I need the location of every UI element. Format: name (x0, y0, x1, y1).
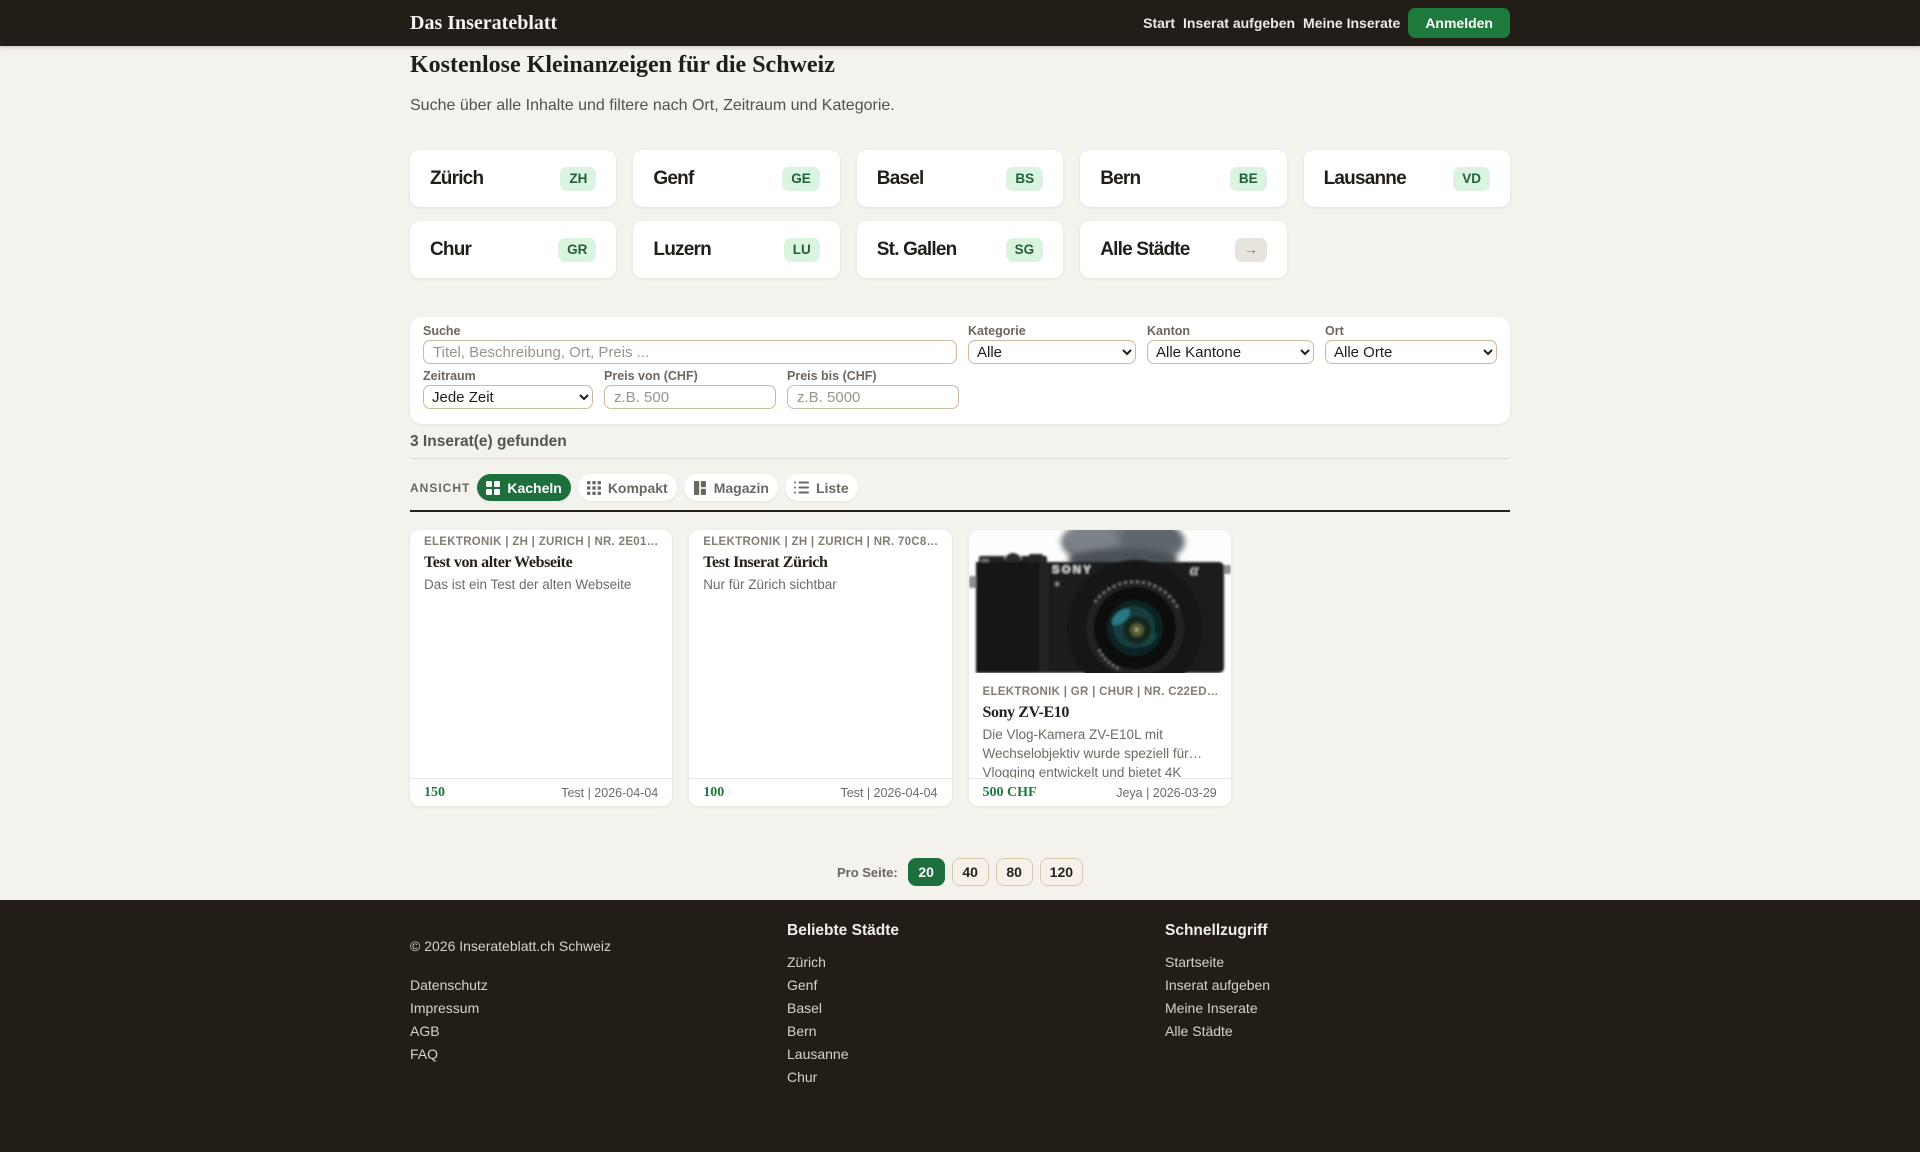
svg-text:SONY: SONY (1052, 564, 1093, 576)
svg-text:α: α (1190, 562, 1199, 579)
